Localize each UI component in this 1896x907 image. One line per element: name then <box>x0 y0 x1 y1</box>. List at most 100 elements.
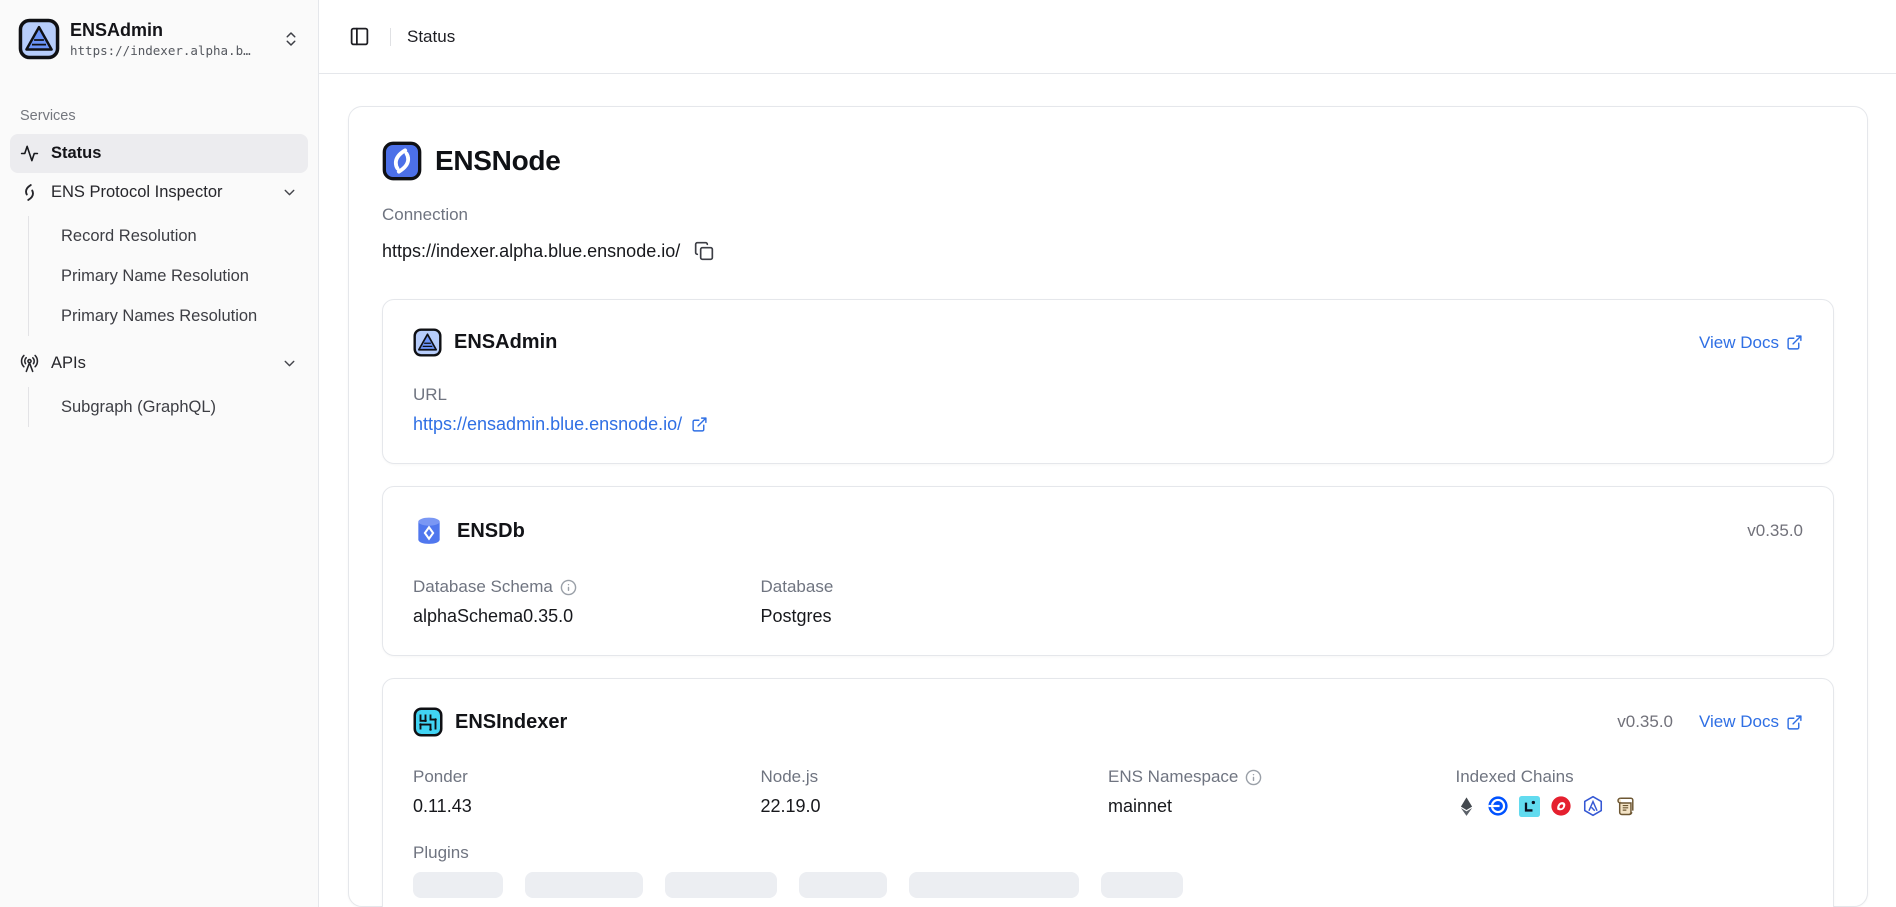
ensindexer-version: v0.35.0 <box>1617 712 1673 732</box>
ensindexer-logo-icon <box>413 707 443 737</box>
sidebar-item-label: Status <box>51 144 298 163</box>
plugins-label: Plugins <box>413 843 1803 863</box>
chevrons-up-down-icon <box>282 30 300 48</box>
ensdb-fields: Database Schema alphaSchema0.35.0 Databa… <box>413 577 1803 627</box>
field-database-schema: Database Schema alphaSchema0.35.0 <box>413 577 761 627</box>
plugin-pill <box>799 872 887 898</box>
ensindexer-fields: Ponder 0.11.43 Node.js 22.19.0 ENS Names… <box>413 767 1803 817</box>
chain-ethereum-icon <box>1456 796 1477 817</box>
activity-icon <box>20 144 39 163</box>
ensadmin-card: ENSAdmin View Docs URL https://ensadmin.… <box>382 299 1834 464</box>
sidebar-item-label: ENS Protocol Inspector <box>51 183 269 202</box>
connection-label: Connection <box>382 205 1834 225</box>
ensdb-card: ENSDb v0.35.0 Database Schema <box>382 486 1834 656</box>
page-content: ENSNode Connection https://indexer.alpha… <box>319 74 1896 907</box>
ensindexer-card-header: ENSIndexer v0.35.0 View Docs <box>413 707 1803 737</box>
plugin-pill <box>909 872 1079 898</box>
chevron-down-icon <box>281 355 298 372</box>
field-label: Node.js <box>761 767 819 787</box>
field-label: ENS Namespace <box>1108 767 1238 787</box>
field-value: Postgres <box>761 606 1109 627</box>
ensadmin-app: ENSAdmin https://indexer.alpha.b… Servic… <box>0 0 1896 907</box>
apis-subgroup: Subgraph (GraphQL) <box>28 387 308 427</box>
sidebar-item-apis[interactable]: APIs <box>10 344 308 383</box>
breadcrumb: Status <box>407 27 455 47</box>
topbar-divider <box>390 28 391 46</box>
workspace-switcher[interactable]: ENSAdmin https://indexer.alpha.b… <box>10 10 308 68</box>
app-connection-url: https://indexer.alpha.b… <box>70 43 272 58</box>
sidebar-item-ens-protocol-inspector[interactable]: ENS Protocol Inspector <box>10 173 308 212</box>
ensadmin-logo-icon <box>413 328 442 357</box>
ensdb-version: v0.35.0 <box>1747 521 1803 541</box>
sidebar-item-subgraph-graphql[interactable]: Subgraph (GraphQL) <box>29 387 308 427</box>
plugin-pill <box>525 872 643 898</box>
ensnode-header: ENSNode <box>382 141 1834 181</box>
sidebar-item-primary-names-resolution[interactable]: Primary Names Resolution <box>29 296 308 336</box>
plugins-pills-row <box>413 872 1803 898</box>
ensindexer-card: ENSIndexer v0.35.0 View Docs Ponder <box>382 678 1834 907</box>
field-value: 22.19.0 <box>761 796 1109 817</box>
ensdb-card-header: ENSDb v0.35.0 <box>413 515 1803 547</box>
radio-tower-icon <box>20 354 39 373</box>
sidebar-section-label: Services <box>10 108 308 124</box>
field-nodejs: Node.js 22.19.0 <box>761 767 1109 817</box>
ensadmin-url-row: https://ensadmin.blue.ensnode.io/ <box>413 414 1803 435</box>
page-title: ENSNode <box>435 145 560 177</box>
sidebar-subitem-label: Primary Names Resolution <box>61 307 257 326</box>
sidebar-item-primary-name-resolution[interactable]: Primary Name Resolution <box>29 256 308 296</box>
sidebar-toggle-button[interactable] <box>345 22 374 51</box>
ensadmin-card-header: ENSAdmin View Docs <box>413 328 1803 357</box>
field-label: Indexed Chains <box>1456 767 1574 787</box>
field-value: mainnet <box>1108 796 1456 817</box>
info-icon[interactable] <box>560 579 577 596</box>
external-link-icon <box>1786 334 1803 351</box>
topbar: Status <box>319 0 1896 74</box>
sidebar-subitem-label: Primary Name Resolution <box>61 267 249 286</box>
ensdb-logo-icon <box>413 515 445 547</box>
field-indexed-chains: Indexed Chains <box>1456 767 1804 817</box>
sidebar-subitem-label: Subgraph (GraphQL) <box>61 398 216 417</box>
app-title: ENSAdmin <box>70 20 272 42</box>
url-label: URL <box>413 385 1803 405</box>
field-ponder: Ponder 0.11.43 <box>413 767 761 817</box>
sidebar-subitem-label: Record Resolution <box>61 227 197 246</box>
ensadmin-url-link[interactable]: https://ensadmin.blue.ensnode.io/ <box>413 414 682 435</box>
card-title: ENSAdmin <box>454 331 557 354</box>
connection-url: https://indexer.alpha.blue.ensnode.io/ <box>382 241 680 262</box>
connection-row: https://indexer.alpha.blue.ensnode.io/ <box>382 239 1834 263</box>
info-icon[interactable] <box>1245 769 1262 786</box>
inspector-subgroup: Record Resolution Primary Name Resolutio… <box>28 216 308 336</box>
field-database: Database Postgres <box>761 577 1109 627</box>
chain-base-icon <box>1487 795 1509 817</box>
sidebar-item-label: APIs <box>51 354 269 373</box>
sidebar-item-status[interactable]: Status <box>10 134 308 173</box>
field-label: Database Schema <box>413 577 553 597</box>
view-docs-label: View Docs <box>1699 333 1779 353</box>
chain-linea-icon <box>1519 796 1540 817</box>
external-link-icon <box>691 416 708 433</box>
field-value: alphaSchema0.35.0 <box>413 606 761 627</box>
copy-url-button[interactable] <box>692 239 716 263</box>
field-ens-namespace: ENS Namespace mainnet <box>1108 767 1456 817</box>
plugin-pill <box>665 872 777 898</box>
chain-optimism-icon <box>1550 795 1572 817</box>
ensadmin-logo-icon <box>18 18 60 60</box>
panel-left-icon <box>349 26 370 47</box>
field-label: Database <box>761 577 834 597</box>
ens-diamond-icon <box>20 183 39 202</box>
ensindexer-view-docs-link[interactable]: View Docs <box>1699 712 1803 732</box>
plugin-pill <box>1101 872 1183 898</box>
main-area: Status ENSNode Connection https: <box>319 0 1896 907</box>
ensadmin-view-docs-link[interactable]: View Docs <box>1699 333 1803 353</box>
view-docs-label: View Docs <box>1699 712 1779 732</box>
sidebar-nav: Status ENS Protocol Inspector Record Res… <box>10 134 308 435</box>
sidebar-item-record-resolution[interactable]: Record Resolution <box>29 216 308 256</box>
chain-scroll-icon <box>1614 795 1636 817</box>
chain-arbitrum-icon <box>1582 795 1604 817</box>
plugin-pill <box>413 872 503 898</box>
field-label: Ponder <box>413 767 468 787</box>
ensnode-status-card: ENSNode Connection https://indexer.alpha… <box>348 106 1868 907</box>
chevron-down-icon <box>281 184 298 201</box>
external-link-icon <box>1786 714 1803 731</box>
indexed-chains-row <box>1456 795 1804 817</box>
